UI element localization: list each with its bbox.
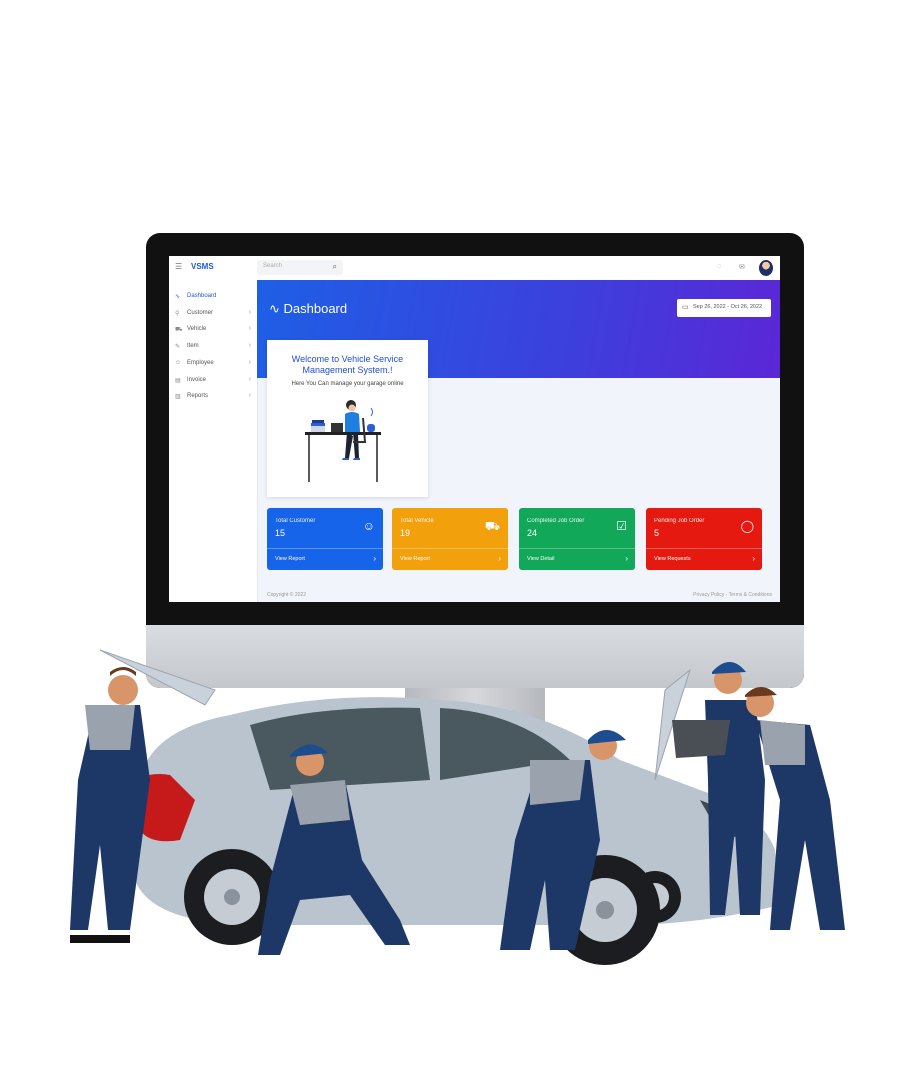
garage-illustration: [70, 649, 845, 965]
car-illustration: [99, 649, 780, 965]
